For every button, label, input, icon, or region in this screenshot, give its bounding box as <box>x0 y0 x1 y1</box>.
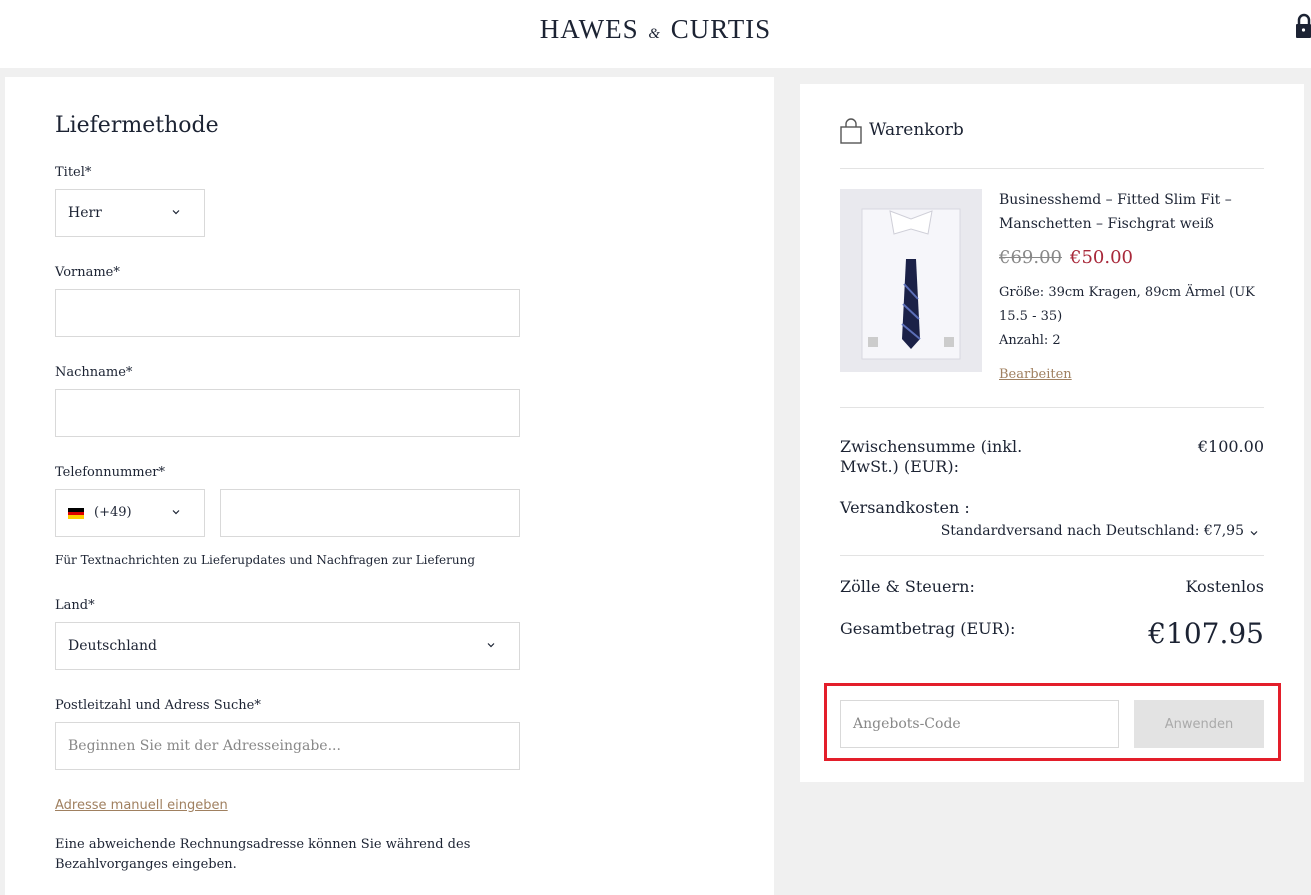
promo-code-input[interactable]: Angebots-Code <box>840 700 1119 748</box>
sale-price: €50.00 <box>1070 247 1133 268</box>
divider <box>840 555 1264 556</box>
divider <box>840 168 1264 169</box>
original-price: €69.00 <box>999 247 1062 268</box>
subtotal-label: Zwischensumme (inkl. MwSt.) (EUR): <box>840 437 1023 476</box>
shopping-bag-icon <box>840 118 862 144</box>
shipping-option-select[interactable]: Standardversand nach Deutschland: €7,95 <box>941 523 1244 539</box>
address-label: Postleitzahl und Adress Suche* <box>55 698 261 713</box>
billing-note: Eine abweichende Rechnungsadresse können… <box>55 837 471 872</box>
total-value: €107.95 <box>1148 617 1264 650</box>
first-name-label: Vorname* <box>55 265 120 280</box>
edit-item-link[interactable]: Bearbeiten <box>999 367 1072 382</box>
section-title: Liefermethode <box>55 113 219 138</box>
chevron-down-icon <box>172 510 180 515</box>
duties-label: Zölle & Steuern: <box>840 577 975 596</box>
salutation-label: Titel* <box>55 165 92 180</box>
chevron-down-icon <box>172 210 180 215</box>
lock-icon <box>1296 13 1311 38</box>
site-logo[interactable]: HAWES & CURTIS <box>0 14 1311 45</box>
delivery-form-panel: Liefermethode Titel* Herr Vorname* Nachn… <box>5 77 774 895</box>
subtotal-value: €100.00 <box>1197 437 1264 456</box>
chevron-down-icon[interactable] <box>1249 528 1259 538</box>
last-name-label: Nachname* <box>55 365 133 380</box>
product-size: Größe: 39cm Kragen, 89cm Ärmel (UK 15.5 … <box>999 285 1255 324</box>
cart-summary-panel: Warenkorb Businesshemd – Fitted Slim Fit… <box>800 84 1304 782</box>
phone-country-select[interactable]: (+49) <box>55 489 205 537</box>
apply-promo-button[interactable]: Anwenden <box>1134 700 1264 748</box>
total-label: Gesamtbetrag (EUR): <box>840 619 1016 638</box>
phone-number-input[interactable] <box>220 489 520 537</box>
first-name-input[interactable] <box>55 289 520 337</box>
address-search-input[interactable]: Beginnen Sie mit der Adresseingabe... <box>55 722 520 770</box>
phone-help-text: Für Textnachrichten zu Lieferupdates und… <box>55 553 476 567</box>
site-header: HAWES & CURTIS <box>0 0 1311 68</box>
product-quantity: Anzahl: 2 <box>999 333 1061 348</box>
shirt-illustration <box>840 189 982 372</box>
phone-label: Telefonnummer* <box>55 465 166 480</box>
chevron-down-icon <box>487 643 495 648</box>
country-label: Land* <box>55 598 95 613</box>
germany-flag-icon <box>68 508 84 519</box>
shipping-label: Versandkosten : <box>840 498 970 517</box>
divider <box>840 407 1264 408</box>
last-name-input[interactable] <box>55 389 520 437</box>
cart-title: Warenkorb <box>869 120 964 140</box>
country-select[interactable]: Deutschland <box>55 622 520 670</box>
salutation-select[interactable]: Herr <box>55 189 205 237</box>
manual-address-link[interactable]: Adresse manuell eingeben <box>55 798 228 813</box>
product-name[interactable]: Businesshemd – Fitted Slim Fit – Mansche… <box>999 188 1259 236</box>
product-image[interactable] <box>840 189 982 372</box>
duties-value: Kostenlos <box>1185 577 1264 596</box>
